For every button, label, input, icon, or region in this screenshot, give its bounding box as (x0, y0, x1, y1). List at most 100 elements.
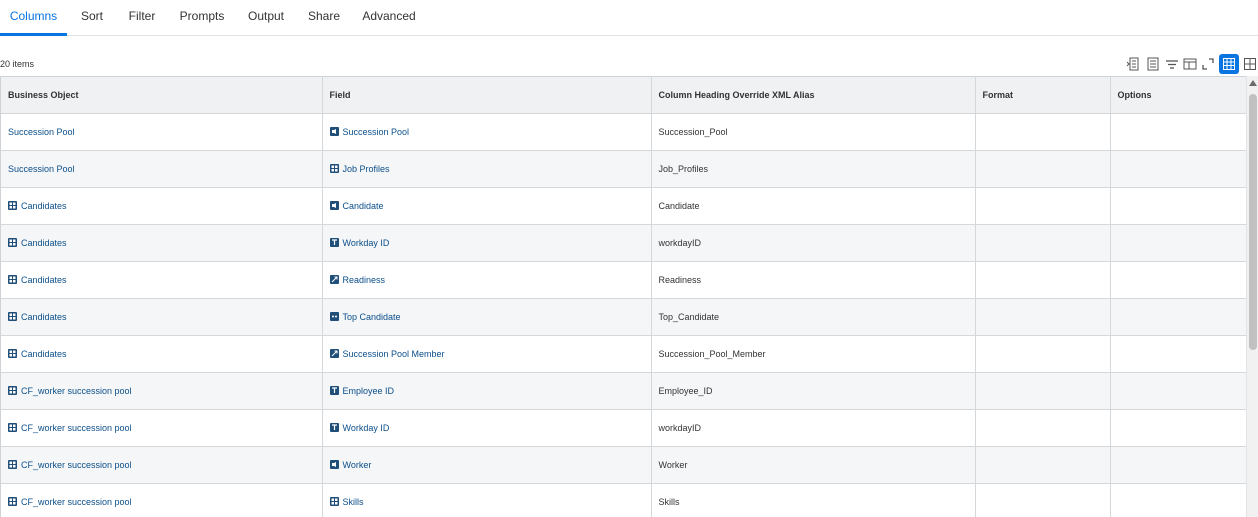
field-link-label: Worker (342, 459, 372, 470)
options-cell[interactable] (1110, 224, 1247, 262)
multi-instance-icon (8, 349, 17, 359)
format-cell[interactable] (975, 261, 1111, 299)
columns-table: Business Object Field Column Heading Ove… (1, 76, 1247, 517)
business-object-link-label: Candidates (21, 237, 67, 248)
field-link-label: Skills (342, 496, 364, 507)
field-cell: Candidate (322, 187, 652, 225)
vertical-scrollbar[interactable] (1246, 76, 1258, 517)
column-header-alias[interactable]: Column Heading Override XML Alias (651, 76, 976, 114)
format-cell[interactable] (975, 298, 1111, 336)
scrollbar-thumb[interactable] (1249, 94, 1257, 350)
field-link[interactable]: Workday ID (329, 423, 389, 433)
format-cell[interactable] (975, 409, 1111, 447)
options-cell[interactable] (1110, 446, 1247, 484)
tab-sort[interactable]: Sort (70, 0, 114, 35)
multi-instance-icon (8, 312, 17, 322)
multi-instance-icon (8, 423, 17, 433)
field-link[interactable]: Job Profiles (329, 164, 390, 174)
business-object-link[interactable]: Candidates (8, 201, 67, 211)
format-cell[interactable] (975, 187, 1111, 225)
table-view-icon[interactable] (1219, 54, 1239, 74)
field-cell: Succession Pool Member (322, 335, 652, 373)
tab-filter[interactable]: Filter (120, 0, 164, 35)
options-cell[interactable] (1110, 187, 1247, 225)
field-cell: Job Profiles (322, 150, 652, 188)
options-cell[interactable] (1110, 261, 1247, 299)
business-object-link[interactable]: CF_worker succession pool (8, 497, 132, 507)
field-link-label: Succession Pool (342, 126, 410, 137)
column-header-format[interactable]: Format (975, 76, 1111, 114)
tab-advanced[interactable]: Advanced (358, 0, 420, 35)
options-cell[interactable] (1110, 335, 1247, 373)
business-object-link[interactable]: Candidates (8, 275, 67, 285)
format-cell[interactable] (975, 224, 1111, 262)
business-object-cell: Candidates (1, 298, 323, 336)
field-link[interactable]: Readiness (329, 275, 385, 285)
column-header-options[interactable]: Options (1110, 76, 1247, 114)
scroll-up-arrow-icon[interactable] (1249, 80, 1257, 86)
field-link[interactable]: Worker (329, 459, 372, 470)
business-object-link[interactable]: Succession Pool (8, 127, 75, 137)
format-cell[interactable] (975, 113, 1111, 151)
tab-share[interactable]: Share (300, 0, 348, 35)
tab-columns[interactable]: Columns (0, 0, 67, 36)
business-object-link[interactable]: Candidates (8, 238, 67, 248)
format-cell[interactable] (975, 150, 1111, 188)
field-cell: Succession Pool (322, 113, 652, 151)
business-object-cell: CF_worker succession pool (1, 372, 323, 410)
column-chooser-icon[interactable] (1181, 55, 1199, 73)
alias-cell[interactable]: Employee_ID (651, 372, 976, 410)
alias-cell[interactable]: Worker (651, 446, 976, 484)
alias-cell[interactable]: Top_Candidate (651, 298, 976, 336)
options-cell[interactable] (1110, 483, 1247, 517)
alias-cell[interactable]: workdayID (651, 409, 976, 447)
business-object-link[interactable]: Succession Pool (8, 164, 75, 174)
business-object-link[interactable]: Candidates (8, 312, 67, 322)
alias-cell[interactable]: Readiness (651, 261, 976, 299)
tab-prompts[interactable]: Prompts (172, 0, 232, 35)
export-to-excel-icon[interactable] (1124, 55, 1142, 73)
alias-cell[interactable]: Job_Profiles (651, 150, 976, 188)
alias-cell[interactable]: Skills (651, 483, 976, 517)
field-link[interactable]: Candidate (329, 201, 384, 211)
expand-icon (329, 275, 339, 285)
alias-cell[interactable]: Succession_Pool (651, 113, 976, 151)
business-object-link[interactable]: CF_worker succession pool (8, 386, 132, 396)
export-to-pdf-icon[interactable] (1144, 55, 1162, 73)
options-cell[interactable] (1110, 372, 1247, 410)
business-object-link[interactable]: Candidates (8, 349, 67, 359)
item-count: 20 items (0, 59, 35, 69)
business-object-link[interactable]: CF_worker succession pool (8, 460, 132, 470)
table-row: Candidates Readiness Readiness (1, 261, 1247, 299)
column-header-business-object[interactable]: Business Object (1, 76, 323, 114)
field-link[interactable]: Succession Pool Member (329, 349, 445, 359)
tab-output[interactable]: Output (240, 0, 292, 35)
fullscreen-icon[interactable] (1199, 55, 1217, 73)
alias-cell[interactable]: workdayID (651, 224, 976, 262)
business-object-link-label: Succession Pool (8, 164, 75, 174)
options-cell[interactable] (1110, 113, 1247, 151)
options-cell[interactable] (1110, 298, 1247, 336)
business-object-cell: Succession Pool (1, 150, 323, 188)
alias-cell[interactable]: Candidate (651, 187, 976, 225)
business-object-link[interactable]: CF_worker succession pool (8, 423, 132, 433)
field-link[interactable]: Workday ID (329, 238, 389, 248)
options-cell[interactable] (1110, 150, 1247, 188)
field-link[interactable]: Employee ID (329, 386, 394, 396)
alias-cell[interactable]: Succession_Pool_Member (651, 335, 976, 373)
field-link[interactable]: Skills (329, 496, 364, 507)
multi-instance-icon (8, 460, 17, 470)
format-cell[interactable] (975, 446, 1111, 484)
format-cell[interactable] (975, 372, 1111, 410)
options-cell[interactable] (1110, 409, 1247, 447)
column-header-field[interactable]: Field (322, 76, 652, 114)
format-cell[interactable] (975, 335, 1111, 373)
field-link[interactable]: Succession Pool (329, 126, 410, 137)
format-cell[interactable] (975, 483, 1111, 517)
field-cell: Workday ID (322, 224, 652, 262)
table-row: Candidates Workday ID workdayID (1, 224, 1247, 262)
filter-icon[interactable] (1163, 55, 1181, 73)
field-link[interactable]: Top Candidate (329, 312, 401, 322)
field-cell: Readiness (322, 261, 652, 299)
grid-view-icon[interactable] (1241, 55, 1258, 73)
